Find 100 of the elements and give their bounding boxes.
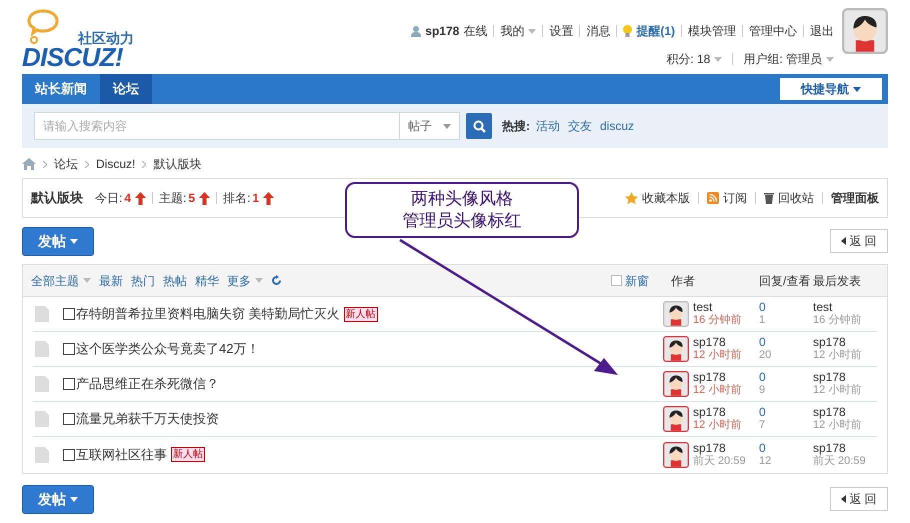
chevron-icon	[85, 160, 89, 168]
breadcrumb-link[interactable]: 默认版块	[153, 155, 202, 173]
avatar[interactable]	[663, 442, 689, 468]
last-post-time: 12 小时前	[813, 384, 862, 397]
last-poster[interactable]: sp178	[813, 442, 877, 454]
online-status: 在线	[463, 23, 488, 40]
username-link[interactable]: sp178	[425, 22, 460, 40]
forum-action-link[interactable]: 收藏本版	[642, 189, 690, 207]
filter-link[interactable]: 热门	[131, 272, 155, 290]
author-name[interactable]: sp178	[693, 406, 742, 419]
stat-value: 1	[252, 190, 260, 207]
stat-label: 主题:	[159, 190, 186, 207]
filter-link[interactable]: 精华	[195, 272, 219, 290]
stat-value: 5	[188, 190, 196, 207]
forum-action-link[interactable]: 订阅	[723, 189, 747, 207]
chevron-icon	[142, 160, 146, 168]
search-button[interactable]	[466, 113, 492, 139]
avatar[interactable]	[663, 336, 689, 362]
thread-title[interactable]: 互联网社区往事	[76, 444, 167, 464]
logo-icon	[26, 8, 60, 46]
forum-action-link[interactable]: 回收站	[778, 189, 814, 207]
points-link[interactable]: 积分: 18	[666, 50, 722, 68]
hot-search-link[interactable]: discuz	[600, 117, 634, 135]
author-name[interactable]: sp178	[693, 442, 746, 454]
last-poster[interactable]: sp178	[813, 336, 877, 349]
breadcrumb-link[interactable]: 论坛	[54, 155, 78, 173]
last-post-time: 前天 20:59	[813, 454, 867, 468]
author-name[interactable]: sp178	[693, 371, 742, 384]
document-icon	[35, 411, 49, 427]
checkbox-icon	[63, 413, 75, 425]
column-header: 回复/查看	[759, 272, 812, 290]
lightbulb-icon	[623, 25, 632, 37]
document-icon	[35, 341, 49, 357]
post-time: 16 分钟前	[693, 314, 742, 327]
last-poster[interactable]: sp178	[813, 371, 877, 384]
avatar[interactable]	[663, 406, 689, 432]
search-field[interactable]: 请输入搜索内容	[34, 112, 400, 140]
post-time: 12 小时前	[693, 349, 742, 362]
view-count: 1	[759, 314, 766, 327]
avatar[interactable]	[842, 8, 888, 54]
up-arrow-icon	[263, 192, 274, 204]
filter-link[interactable]: 热帖	[163, 272, 187, 290]
trash-icon	[764, 192, 774, 204]
hot-search-link[interactable]: 交友	[568, 117, 592, 135]
avatar[interactable]	[663, 301, 689, 327]
new-user-badge: 新人帖	[171, 447, 205, 462]
nav-tab[interactable]: 论坛	[100, 74, 152, 104]
post-button[interactable]: 发帖	[22, 484, 94, 514]
rss-icon	[707, 192, 719, 204]
hot-search-link[interactable]: 活动	[536, 117, 560, 135]
column-header: 最后发表	[813, 272, 862, 290]
forum-action-link[interactable]: 管理面板	[831, 189, 879, 207]
caret-icon	[826, 56, 834, 62]
avatar[interactable]	[663, 371, 689, 397]
caret-icon	[714, 56, 722, 62]
user-menu-link[interactable]: 退出	[810, 22, 834, 40]
search-icon	[472, 120, 486, 132]
up-arrow-icon	[199, 192, 210, 204]
last-post-time: 16 分钟前	[813, 314, 862, 327]
last-post-time: 12 小时前	[813, 419, 862, 432]
user-menu-link[interactable]: 消息	[586, 22, 610, 40]
user-menu-link[interactable]: 模块管理	[688, 22, 736, 40]
back-button[interactable]: 返 回	[830, 487, 888, 511]
thread-title[interactable]: 存特朗普希拉里资料电脑失窃 美特勤局忙灭火	[76, 304, 340, 324]
thread-title[interactable]: 产品思维正在杀死微信？	[76, 374, 219, 394]
left-triangle-icon	[841, 237, 846, 245]
post-button[interactable]: 发帖	[22, 226, 94, 256]
nav-tab[interactable]: 站长新闻	[22, 74, 100, 104]
reply-count: 0	[759, 442, 767, 454]
user-group-link[interactable]: 用户组: 管理员	[743, 50, 834, 68]
refresh-icon[interactable]	[271, 275, 282, 286]
last-poster[interactable]: sp178	[813, 406, 877, 419]
column-header: 作者	[670, 272, 696, 290]
quick-nav-button[interactable]: 快捷导航	[780, 78, 882, 100]
author-name[interactable]: sp178	[693, 336, 742, 349]
search-scope-dropdown[interactable]: 帖子	[400, 112, 460, 140]
document-icon	[35, 306, 49, 322]
filter-link[interactable]: 全部主题	[31, 272, 91, 290]
filter-link[interactable]: 最新	[99, 272, 123, 290]
callout-text: 两种头像风格	[411, 188, 513, 210]
caret-icon	[70, 238, 78, 244]
caret-icon	[83, 278, 91, 283]
caret-icon	[70, 496, 78, 502]
filter-link[interactable]: 更多	[227, 272, 263, 290]
new-window-checkbox[interactable]	[611, 275, 622, 286]
caret-icon	[528, 28, 536, 34]
user-menu-link[interactable]: 提醒(1)	[636, 22, 675, 40]
new-user-badge: 新人帖	[344, 306, 378, 322]
thread-title[interactable]: 这个医学类公众号竟卖了42万！	[76, 339, 260, 359]
user-menu-link[interactable]: 设置	[549, 22, 574, 40]
post-time: 12 小时前	[693, 384, 742, 397]
user-menu-link[interactable]: 我的	[500, 22, 536, 40]
author-name[interactable]: test	[693, 301, 742, 314]
last-poster[interactable]: test	[813, 301, 877, 314]
reply-count: 0	[759, 336, 767, 349]
up-arrow-icon	[135, 192, 146, 204]
breadcrumb-link[interactable]: Discuz!	[96, 155, 136, 173]
back-button[interactable]: 返 回	[830, 229, 888, 253]
user-menu-link[interactable]: 管理中心	[749, 22, 797, 40]
thread-title[interactable]: 流量兄弟获千万天使投资	[76, 409, 219, 429]
